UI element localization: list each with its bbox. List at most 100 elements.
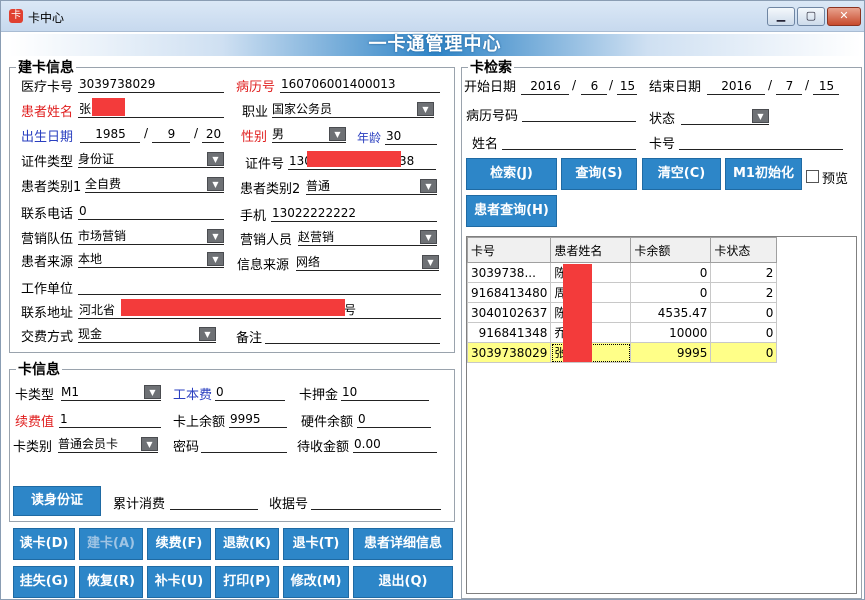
cell-status: 0	[710, 342, 778, 363]
card-type-select[interactable]: M1 ▼	[61, 384, 161, 401]
sex-select[interactable]: 男 ▼	[272, 126, 346, 143]
id-no-suffix: 38	[399, 154, 415, 168]
deposit-field[interactable]: 10	[341, 384, 429, 401]
card-class-select[interactable]: 普通会员卡 ▼	[58, 436, 158, 453]
end-date-label: 结束日期	[649, 80, 702, 95]
column-header-name[interactable]: 患者姓名	[550, 237, 632, 263]
restore-button[interactable]: 恢复(R)	[79, 566, 143, 598]
card-search-field[interactable]	[679, 133, 843, 150]
receipt-no-field[interactable]	[311, 493, 441, 510]
pending-amount-field[interactable]: 0.00	[353, 436, 437, 453]
close-button[interactable]: ✕	[827, 7, 861, 26]
team-select[interactable]: 市场营销 ▼	[78, 228, 224, 245]
chevron-down-icon: ▼	[207, 177, 224, 191]
password-field[interactable]	[201, 436, 287, 453]
end-day-field[interactable]: 15	[813, 78, 839, 95]
hw-balance-label: 硬件余额	[301, 415, 354, 430]
id-type-select[interactable]: 身份证 ▼	[78, 151, 224, 168]
query-button[interactable]: 查询(S)	[561, 158, 637, 190]
status-label: 状态	[649, 112, 676, 127]
end-year-field[interactable]: 2016	[707, 78, 765, 95]
m1-init-button[interactable]: M1初始化	[725, 158, 802, 190]
sex-label: 性别	[241, 130, 268, 145]
chevron-down-icon: ▼	[420, 230, 437, 244]
print-button[interactable]: 打印(P)	[215, 566, 279, 598]
table-row-selected[interactable]: 3039738029 张 9995 0	[466, 342, 778, 363]
hw-balance-field[interactable]: 0	[357, 411, 431, 428]
mobile-field[interactable]: 13022222222	[271, 205, 437, 222]
note-label: 备注	[236, 331, 263, 346]
result-table: 卡号 患者姓名 卡余额 卡状态 3039738... 陈 0 2 9168413…	[466, 237, 778, 363]
patient-query-button[interactable]: 患者查询(H)	[466, 195, 557, 227]
job-label: 职业	[242, 105, 269, 120]
info-source-select[interactable]: 网络 ▼	[296, 254, 439, 271]
status-select[interactable]: ▼	[681, 108, 769, 125]
age-field[interactable]: 30	[385, 128, 437, 145]
table-row[interactable]: 9168413480 周 0 2	[466, 282, 778, 303]
renew-button[interactable]: 续费(F)	[147, 528, 211, 560]
renew-value-field[interactable]: 1	[59, 411, 161, 428]
patient-cat2-select[interactable]: 普通 ▼	[306, 178, 437, 195]
id-type-label: 证件类型	[21, 155, 74, 170]
return-card-button[interactable]: 退卡(T)	[283, 528, 349, 560]
birth-month-field[interactable]: 9	[152, 126, 190, 143]
preview-checkbox[interactable]	[806, 170, 819, 183]
note-field[interactable]	[265, 327, 440, 344]
read-card-button[interactable]: 读卡(D)	[13, 528, 75, 560]
card-type-label: 卡类型	[15, 388, 55, 403]
cell-status: 0	[710, 322, 778, 343]
column-header-status[interactable]: 卡状态	[710, 237, 778, 263]
build-card-button[interactable]: 建卡(A)	[79, 528, 143, 560]
modify-button[interactable]: 修改(M)	[283, 566, 349, 598]
column-header-balance[interactable]: 卡余额	[630, 237, 712, 263]
total-spend-field[interactable]	[170, 493, 258, 510]
card-balance-field[interactable]: 9995	[229, 411, 287, 428]
pay-method-select[interactable]: 现金 ▼	[78, 326, 216, 343]
maximize-button[interactable]: ▢	[797, 7, 825, 26]
cell-balance: 4535.47	[630, 302, 712, 323]
chevron-down-icon: ▼	[144, 385, 161, 399]
read-id-card-button[interactable]: 读身份证	[13, 486, 101, 516]
record-search-label: 病历号码	[466, 109, 519, 124]
start-year-field[interactable]: 2016	[521, 78, 569, 95]
search-button[interactable]: 检索(J)	[466, 158, 557, 190]
record-no-field[interactable]: 160706001400013	[280, 76, 440, 93]
app-icon: 卡	[9, 9, 23, 23]
clear-button[interactable]: 清空(C)	[642, 158, 721, 190]
source-select[interactable]: 本地 ▼	[78, 251, 224, 268]
cell-balance: 9995	[630, 342, 712, 363]
chevron-down-icon: ▼	[329, 127, 346, 141]
patient-cat1-select[interactable]: 全自费 ▼	[85, 176, 224, 193]
staff-select[interactable]: 赵营销 ▼	[298, 229, 437, 246]
column-header-card[interactable]: 卡号	[466, 237, 552, 263]
card-no-field[interactable]: 3039738029	[78, 76, 224, 93]
end-month-field[interactable]: 7	[776, 78, 802, 95]
cell-card: 3040102637	[466, 302, 552, 323]
table-row[interactable]: 3040102637 陈 4535.47 0	[466, 302, 778, 323]
table-row[interactable]: 916841348 乔 10000 0	[466, 322, 778, 343]
address-suffix: 号	[344, 303, 357, 317]
cell-status: 2	[710, 262, 778, 283]
reissue-card-button[interactable]: 补卡(U)	[147, 566, 211, 598]
phone-field[interactable]: 0	[78, 203, 224, 220]
start-month-field[interactable]: 6	[581, 78, 607, 95]
exit-button[interactable]: 退出(Q)	[353, 566, 453, 598]
birth-year-field[interactable]: 1985	[80, 126, 140, 143]
start-day-field[interactable]: 15	[617, 78, 637, 95]
job-value: 国家公务员	[272, 102, 333, 116]
work-unit-field[interactable]	[78, 278, 441, 295]
record-search-field[interactable]	[522, 105, 636, 122]
refund-button[interactable]: 退款(K)	[215, 528, 279, 560]
card-result-grid[interactable]: 卡号 患者姓名 卡余额 卡状态 3039738... 陈 0 2 9168413…	[466, 236, 857, 594]
id-type-value: 身份证	[78, 152, 115, 166]
renew-value-label: 续费值	[15, 415, 55, 430]
name-search-field[interactable]	[502, 133, 636, 150]
redaction-mask	[307, 151, 401, 167]
patient-detail-button[interactable]: 患者详细信息	[353, 528, 453, 560]
report-lost-button[interactable]: 挂失(G)	[13, 566, 75, 598]
job-select[interactable]: 国家公务员 ▼	[272, 101, 434, 118]
birth-day-field[interactable]: 20	[202, 126, 224, 143]
minimize-button[interactable]: ▁	[767, 7, 795, 26]
table-row[interactable]: 3039738... 陈 0 2	[466, 262, 778, 283]
cost-field[interactable]: 0	[215, 384, 285, 401]
